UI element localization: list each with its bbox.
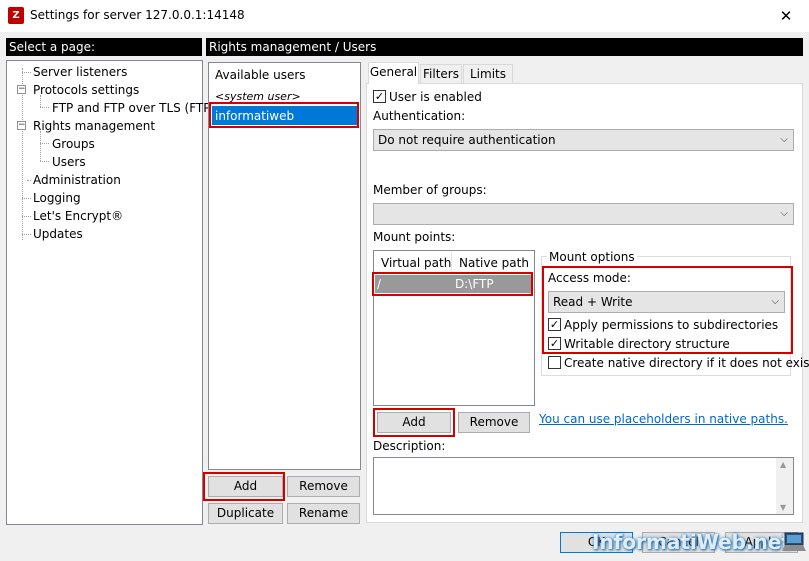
- annotation-highlight: [203, 472, 285, 501]
- tree-item-protocols-settings[interactable]: Protocols settings: [33, 83, 139, 97]
- watermark-text: InformatiWeb.net: [592, 530, 791, 554]
- tree-guide-line: [40, 143, 49, 144]
- member-of-groups-label: Member of groups:: [373, 183, 487, 197]
- mount-options-legend: Mount options: [547, 250, 637, 264]
- filezilla-icon: Z: [8, 7, 24, 24]
- tab-general[interactable]: General: [368, 62, 419, 84]
- col-native-path[interactable]: Native path: [459, 256, 529, 270]
- annotation-highlight: [209, 102, 359, 128]
- tree-item-ftps[interactable]: FTP and FTP over TLS (FTPS): [52, 101, 223, 115]
- annotation-highlight: [373, 408, 455, 437]
- scroll-up-icon[interactable]: ▲: [780, 460, 786, 469]
- chevron-down-icon: ⌵: [780, 208, 788, 219]
- window-title: Settings for server 127.0.0.1:14148: [30, 8, 245, 22]
- tree-item-groups[interactable]: Groups: [52, 137, 95, 151]
- tree-guide-line: [22, 72, 31, 73]
- tree-item-updates[interactable]: Updates: [33, 227, 83, 241]
- tab-filters[interactable]: Filters: [420, 64, 462, 84]
- rename-user-button[interactable]: Rename: [287, 503, 360, 524]
- annotation-highlight: [542, 266, 793, 354]
- create-native-dir-checkbox[interactable]: [548, 356, 561, 369]
- description-label: Description:: [373, 439, 446, 453]
- member-of-groups-select[interactable]: ⌵: [373, 203, 794, 225]
- duplicate-user-button[interactable]: Duplicate: [208, 503, 283, 524]
- tree-item-server-listeners[interactable]: Server listeners: [33, 65, 127, 79]
- tree-item-rights-management[interactable]: Rights management: [33, 119, 155, 133]
- placeholders-link[interactable]: You can use placeholders in native paths…: [539, 412, 788, 426]
- remove-mount-button[interactable]: Remove: [458, 412, 530, 433]
- collapse-icon[interactable]: −: [17, 85, 26, 94]
- tree-item-users[interactable]: Users: [52, 155, 86, 169]
- close-icon[interactable]: ✕: [764, 2, 808, 30]
- tree-item-lets-encrypt[interactable]: Let's Encrypt®: [33, 209, 123, 223]
- description-input[interactable]: [373, 457, 794, 515]
- rights-users-header: Rights management / Users: [206, 38, 803, 56]
- tree-guide-line: [27, 180, 31, 181]
- tree-guide-line: [22, 216, 31, 217]
- collapse-icon[interactable]: −: [17, 121, 26, 130]
- col-virtual-path[interactable]: Virtual path: [381, 256, 451, 270]
- available-users-heading: Available users: [215, 68, 306, 82]
- tree-guide-line: [22, 198, 31, 199]
- tree-guide-line: [22, 234, 31, 235]
- chevron-down-icon: ⌵: [780, 134, 788, 145]
- mount-points-label: Mount points:: [373, 230, 456, 244]
- authentication-select[interactable]: Do not require authentication ⌵: [373, 129, 794, 151]
- select-page-header: Select a page:: [6, 38, 202, 56]
- tree-guide-line: [40, 131, 41, 161]
- user-enabled-label: User is enabled: [389, 90, 482, 104]
- column-divider: [451, 252, 452, 272]
- tree-item-logging[interactable]: Logging: [33, 191, 81, 205]
- tree-guide-line: [40, 107, 49, 108]
- create-native-dir-label: Create native directory if it does not e…: [564, 356, 809, 370]
- authentication-value: Do not require authentication: [378, 133, 556, 147]
- annotation-highlight: [372, 272, 533, 296]
- user-enabled-checkbox[interactable]: ✓: [373, 90, 386, 103]
- tab-limits[interactable]: Limits: [463, 64, 513, 84]
- authentication-label: Authentication:: [373, 109, 466, 123]
- tree-guide-line: [40, 161, 49, 162]
- tree-item-administration[interactable]: Administration: [33, 173, 121, 187]
- laptop-icon: [782, 531, 806, 553]
- scroll-down-icon[interactable]: ▼: [780, 503, 786, 512]
- remove-user-button[interactable]: Remove: [287, 476, 360, 497]
